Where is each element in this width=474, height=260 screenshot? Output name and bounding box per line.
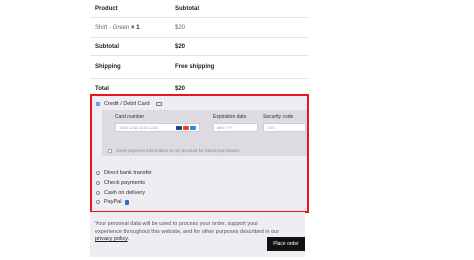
save-payment-label: Save payment information to my account f… — [116, 148, 241, 153]
item-name: Shirt - Green — [95, 24, 130, 31]
paypal-icon — [125, 199, 130, 205]
shipping-label: Shipping — [95, 64, 121, 70]
table-row: Shirt - Green × 1 $20 — [90, 18, 309, 38]
privacy-end: . — [127, 236, 130, 242]
cvc-input[interactable]: CVC — [263, 123, 306, 132]
expiry-input[interactable]: MM / YY — [213, 123, 258, 132]
cod-method-label: Cash on delivery — [104, 190, 145, 196]
check-method-label: Check payments — [104, 180, 145, 186]
cvc-label: Security code — [263, 114, 294, 120]
expiry-placeholder: MM / YY — [217, 125, 233, 130]
cod-radio[interactable] — [96, 191, 100, 195]
payment-method-cod[interactable]: Cash on delivery — [96, 190, 145, 196]
total-label: Total — [95, 85, 109, 92]
save-payment-option[interactable]: Save payment information to my account f… — [108, 148, 240, 153]
place-order-button[interactable]: Place order — [267, 237, 305, 251]
privacy-policy-link[interactable]: privacy policy — [95, 236, 128, 242]
card-brand-icons — [176, 126, 196, 130]
payment-method-check[interactable]: Check payments — [96, 180, 145, 186]
table-header: Product Subtotal — [90, 0, 309, 18]
shipping-row: Shipping Free shipping — [90, 56, 309, 79]
credit-card-icon — [155, 102, 162, 106]
payment-method-paypal[interactable]: PayPal — [96, 199, 130, 205]
total-value: $20 — [175, 85, 186, 92]
item-qty: × 1 — [131, 24, 140, 31]
privacy-body: Your personal data will be used to proce… — [95, 221, 280, 235]
bank-radio[interactable] — [96, 171, 100, 175]
payment-method-bank[interactable]: Direct bank transfer — [96, 170, 152, 176]
subtotal-value: $20 — [175, 43, 186, 50]
payment-methods-panel: Credit / Debit Card Card number 1234 123… — [90, 94, 309, 213]
card-number-label: Card number — [115, 114, 145, 120]
expiry-label: Expiration date — [213, 114, 247, 120]
save-payment-checkbox[interactable] — [108, 148, 112, 153]
card-details-form: Card number 1234 1234 1234 1234 Expirati… — [102, 110, 307, 156]
card-radio[interactable] — [96, 102, 100, 106]
product-header: Product — [95, 5, 118, 12]
amex-icon — [190, 126, 196, 130]
product-name: Shirt - Green × 1 — [90, 25, 175, 31]
payment-method-card[interactable]: Credit / Debit Card — [96, 101, 162, 107]
shipping-value: Free shipping — [175, 64, 215, 70]
paypal-radio[interactable] — [96, 200, 100, 204]
cvc-placeholder: CVC — [267, 125, 276, 130]
subtotal-row: Subtotal $20 — [90, 38, 309, 56]
subtotal-label: Subtotal — [95, 43, 119, 50]
card-number-input[interactable]: 1234 1234 1234 1234 — [115, 123, 200, 132]
check-radio[interactable] — [96, 181, 100, 185]
privacy-text: Your personal data will be used to proce… — [95, 221, 280, 244]
bank-method-label: Direct bank transfer — [104, 170, 152, 176]
order-summary-table: Product Subtotal Shirt - Green × 1 $20 S… — [90, 0, 309, 98]
card-number-placeholder: 1234 1234 1234 1234 — [119, 125, 158, 130]
card-method-label: Credit / Debit Card — [104, 101, 150, 107]
item-price: $20 — [175, 24, 186, 31]
paypal-method-label: PayPal — [104, 199, 122, 205]
subtotal-header: Subtotal — [175, 5, 199, 12]
visa-icon — [176, 126, 182, 130]
mastercard-icon — [183, 126, 189, 130]
